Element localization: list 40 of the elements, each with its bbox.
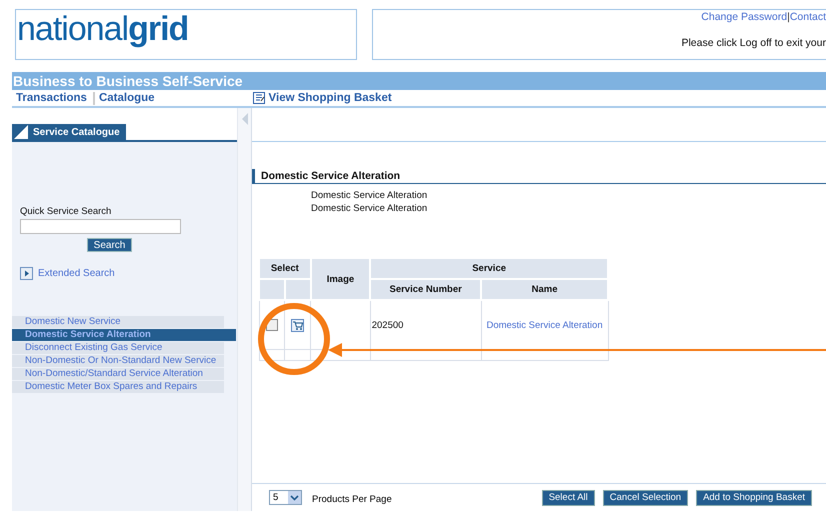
page-title: Business to Business Self-Service bbox=[12, 72, 826, 90]
annotation-circle bbox=[258, 303, 330, 375]
header-link[interactable]: Change Password bbox=[701, 11, 788, 23]
action-button[interactable]: Cancel Selection bbox=[602, 490, 688, 506]
service-number: 202500 bbox=[372, 320, 404, 330]
column-header: Image bbox=[310, 258, 370, 300]
column-header: Service bbox=[370, 258, 608, 279]
cart-icon[interactable] bbox=[291, 318, 304, 332]
expand-icon[interactable] bbox=[20, 267, 33, 280]
catalogue-item[interactable]: Non-Domestic/Standard Service Alteration bbox=[12, 368, 224, 380]
catalogue-item[interactable]: Non-Domestic Or Non-Standard New Service bbox=[12, 355, 224, 367]
nav-tab[interactable]: Transactions bbox=[12, 92, 95, 104]
per-page-label: Products Per Page bbox=[312, 494, 392, 505]
column-header: Name bbox=[481, 279, 608, 300]
action-button[interactable]: Select All bbox=[542, 490, 595, 506]
catalogue-item[interactable]: Disconnect Existing Gas Service bbox=[12, 342, 224, 354]
column-header: Select bbox=[259, 258, 311, 279]
logo: nationalgrid bbox=[17, 12, 188, 46]
per-page-select[interactable]: 5 bbox=[269, 490, 302, 505]
catalogue-item[interactable]: Domestic Meter Box Spares and Repairs bbox=[12, 381, 224, 393]
search-label: Quick Service Search bbox=[20, 206, 112, 217]
section-title: Domestic Service Alteration bbox=[252, 169, 826, 184]
header-link[interactable]: Contact bbox=[790, 11, 826, 23]
catalogue-item[interactable]: Domestic Service Alteration bbox=[12, 329, 236, 341]
catalogue-item[interactable]: Domestic New Service bbox=[12, 316, 224, 328]
sidebar-tab[interactable]: Service Catalogue bbox=[12, 124, 126, 140]
dropdown-icon[interactable] bbox=[288, 491, 301, 504]
description-line: Domestic Service Alteration bbox=[311, 189, 428, 202]
column-header: Service Number bbox=[370, 279, 482, 300]
link-separator: | bbox=[787, 11, 790, 23]
search-button[interactable]: Search bbox=[87, 238, 132, 252]
extended-search-link[interactable]: Extended Search bbox=[38, 268, 115, 279]
corner-icon bbox=[14, 125, 28, 139]
nav-tab[interactable]: Catalogue bbox=[94, 92, 161, 104]
view-basket-link[interactable]: View Shopping Basket bbox=[268, 92, 392, 104]
description-line: Domestic Service Alteration bbox=[311, 202, 428, 215]
basket-list-icon bbox=[252, 92, 265, 104]
logoff-note: Please click Log off to exit your bbox=[681, 37, 826, 49]
action-button[interactable]: Add to Shopping Basket bbox=[696, 490, 812, 506]
search-field[interactable] bbox=[20, 219, 181, 234]
